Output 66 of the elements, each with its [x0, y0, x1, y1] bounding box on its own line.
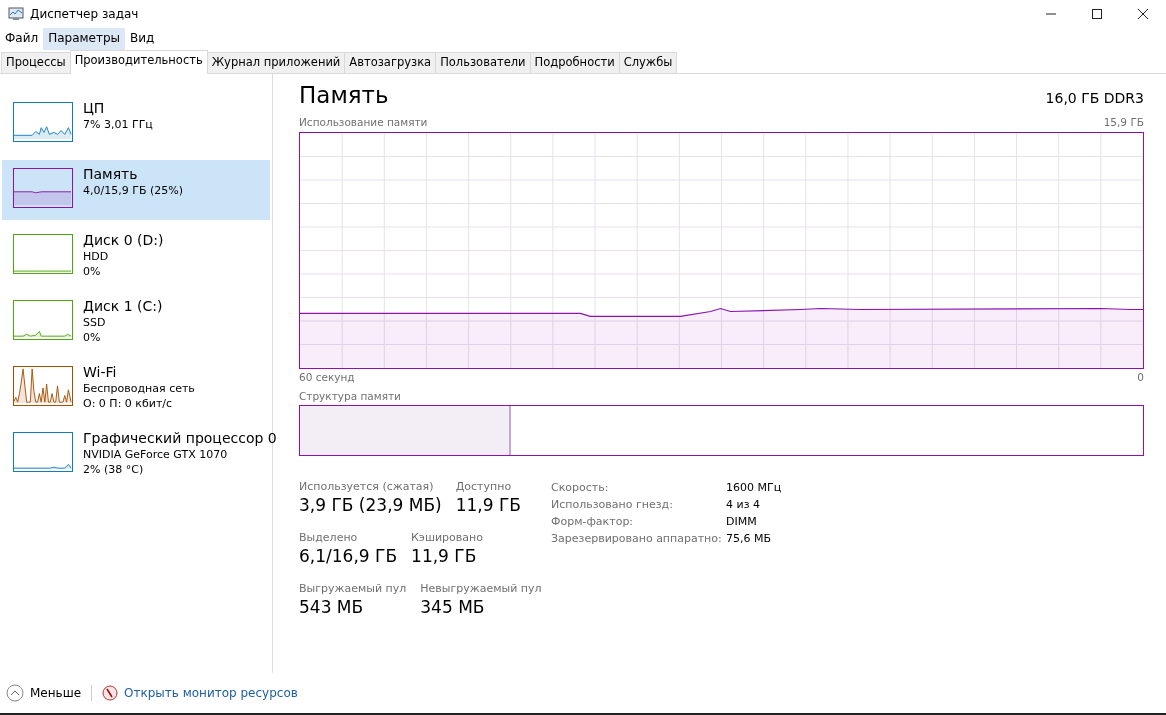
item-detail: SSD — [83, 315, 107, 330]
item-title: ЦП — [83, 99, 106, 117]
detail-label: Использовано гнезд: — [551, 498, 674, 511]
item-detail: 7% 3,01 ГГц — [83, 117, 153, 132]
resource-monitor-icon — [102, 685, 119, 701]
axis-zero-label: 0 — [1137, 371, 1144, 385]
stat-value: 11,9 ГБ — [411, 546, 478, 566]
stat-value: 3,9 ГБ (23,9 МБ) — [299, 495, 442, 515]
stat-label: Доступно — [455, 480, 513, 493]
menu-item[interactable]: Вид — [125, 28, 160, 50]
detail-value: 4 из 4 — [726, 498, 761, 511]
tab[interactable]: Производительность — [69, 50, 208, 74]
stat-label: Выделено — [299, 531, 359, 544]
detail-value: 1600 МГц — [726, 481, 782, 494]
stat-label: Используется (сжатая) — [299, 480, 435, 493]
resource-monitor-link[interactable]: Открыть монитор ресурсов — [124, 686, 298, 700]
tab[interactable]: Автозагрузка — [344, 52, 437, 73]
item-detail: 2% (38 °C) — [83, 462, 145, 477]
stat-value: 543 МБ — [299, 597, 365, 617]
item-detail: NVIDIA GeForce GTX 1070 — [83, 447, 229, 462]
item-title: Wi-Fi — [83, 363, 118, 381]
item-title: Диск 0 (D:) — [83, 231, 164, 249]
item-title: Диск 1 (C:) — [83, 297, 163, 315]
capacity-label: 16,0 ГБ DDR3 — [1045, 90, 1144, 106]
tab[interactable]: Подробности — [529, 52, 620, 73]
sidebar-item[interactable]: ЦП 7% 3,01 ГГц — [2, 94, 270, 154]
detail-label: Зарезервировано аппаратно: — [551, 532, 723, 545]
structure-label: Структура памяти — [299, 390, 401, 402]
item-detail: 4,0/15,9 ГБ (25%) — [83, 183, 183, 198]
page-title: Память — [299, 82, 389, 108]
stat-label: Невыгружаемый пул — [420, 582, 542, 595]
fewer-details-button[interactable]: Меньше — [6, 684, 82, 702]
stat-label: Выгружаемый пул — [299, 582, 407, 595]
item-detail: Беспроводная сеть — [83, 381, 195, 396]
item-detail: 0% — [83, 330, 102, 345]
chart-max-label: 15,9 ГБ — [1103, 116, 1144, 130]
detail-value: DIMM — [726, 515, 758, 528]
sidebar-item[interactable]: Wi-Fi Беспроводная сеть О: 0 П: 0 кбит/с — [2, 358, 270, 418]
item-title: Графический процессор 0 — [83, 429, 277, 447]
item-detail: О: 0 П: 0 кбит/с — [83, 396, 174, 411]
stat-value: 6,1/16,9 ГБ — [299, 546, 398, 566]
detail-label: Форм-фактор: — [551, 515, 635, 528]
stat-value: 345 МБ — [420, 597, 486, 617]
detail-label: Скорость: — [551, 481, 610, 494]
tab[interactable]: Пользователи — [435, 52, 531, 73]
stat-value: 11,9 ГБ — [455, 495, 522, 515]
sidebar-item[interactable]: Память 4,0/15,9 ГБ (25%) — [2, 160, 270, 220]
maximize-icon — [1092, 9, 1102, 19]
item-detail: 0% — [83, 264, 102, 279]
stat-label: Кэшировано — [411, 531, 483, 544]
window-title: Диспетчер задач — [30, 7, 139, 21]
close-icon — [1138, 9, 1148, 19]
task-manager-icon — [8, 6, 24, 22]
tab[interactable]: Процессы — [1, 52, 71, 73]
sidebar-item[interactable]: Диск 0 (D:) HDD 0% — [2, 226, 270, 286]
item-title: Память — [83, 165, 139, 183]
item-detail: HDD — [83, 249, 110, 264]
menu-item[interactable]: Файл — [0, 28, 44, 50]
chart-label: Использование памяти — [299, 116, 428, 130]
tab[interactable]: Журнал приложений — [206, 52, 346, 73]
sidebar-item[interactable]: Диск 1 (C:) SSD 0% — [2, 292, 270, 352]
detail-value: 75,6 МБ — [726, 532, 773, 545]
time-span-label: 60 секунд — [299, 371, 355, 385]
chevron-up-icon — [6, 684, 24, 702]
menu-item[interactable]: Параметры — [43, 28, 126, 50]
tab[interactable]: Службы — [618, 52, 678, 73]
